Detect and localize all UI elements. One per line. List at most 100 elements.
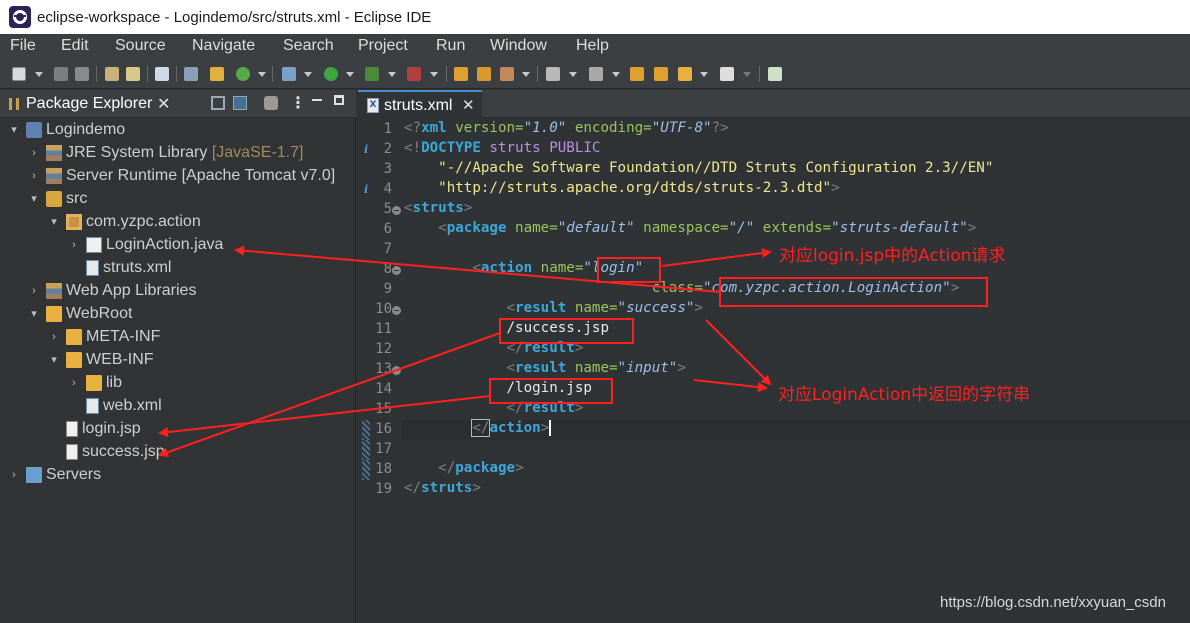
- chevron-right-icon[interactable]: ›: [28, 170, 40, 182]
- maximize-icon[interactable]: [334, 95, 344, 105]
- menu-edit[interactable]: Edit: [61, 37, 89, 55]
- new-icon[interactable]: [12, 67, 26, 81]
- tree-item-servers[interactable]: › Servers: [8, 463, 101, 486]
- debug-icon[interactable]: [282, 67, 296, 81]
- link-with-editor-icon[interactable]: [233, 96, 247, 110]
- tree-item-meta-inf[interactable]: › META-INF: [48, 325, 160, 348]
- chevron-right-icon[interactable]: ›: [28, 285, 40, 297]
- new-class-dropdown-icon[interactable]: [258, 72, 266, 77]
- fold-collapse-icon[interactable]: [392, 366, 401, 375]
- chevron-right-icon[interactable]: ›: [28, 147, 40, 159]
- external-tools-dropdown-icon[interactable]: [430, 72, 438, 77]
- pen-dropdown-icon[interactable]: [522, 72, 530, 77]
- tree-item-web-xml[interactable]: web.xml: [68, 394, 162, 417]
- debug-dropdown-icon[interactable]: [304, 72, 312, 77]
- last-edit-icon[interactable]: [630, 67, 644, 81]
- tree-item-web-app-libraries[interactable]: › Web App Libraries: [28, 279, 196, 302]
- next-annotation-icon[interactable]: [546, 67, 560, 81]
- tree-item-server-runtime[interactable]: › Server Runtime [Apache Tomcat v7.0]: [28, 164, 335, 187]
- menu-navigate[interactable]: Navigate: [192, 37, 255, 55]
- menu-window[interactable]: Window: [490, 37, 547, 55]
- chevron-right-icon[interactable]: ›: [8, 469, 20, 481]
- collapse-all-icon[interactable]: [211, 96, 225, 110]
- previous-annotation-dropdown-icon[interactable]: [612, 72, 620, 77]
- package-explorer-close-icon[interactable]: ✕: [157, 94, 170, 113]
- tree-item-webroot[interactable]: ▾ WebRoot: [28, 302, 132, 325]
- chevron-down-icon[interactable]: ▾: [28, 307, 40, 320]
- chevron-down-icon[interactable]: ▾: [8, 123, 20, 136]
- tree-item-logindemo[interactable]: ▾ Logindemo: [8, 118, 125, 141]
- tree-item-lib[interactable]: › lib: [68, 371, 122, 394]
- pen-icon[interactable]: [500, 67, 514, 81]
- fold-collapse-icon[interactable]: [392, 206, 401, 215]
- code-line-16[interactable]: </action>: [404, 419, 552, 437]
- info-marker-icon[interactable]: i: [364, 183, 370, 196]
- code-line-12[interactable]: </result>: [404, 340, 584, 356]
- new-package-icon[interactable]: [210, 67, 224, 81]
- next-annotation-dropdown-icon[interactable]: [569, 72, 577, 77]
- code-line-8[interactable]: <action name="login": [404, 260, 643, 276]
- info-marker-icon[interactable]: i: [364, 143, 370, 156]
- chevron-down-icon[interactable]: ▾: [48, 353, 60, 366]
- run-icon[interactable]: [324, 67, 338, 81]
- run-dropdown-icon[interactable]: [346, 72, 354, 77]
- code-line-5[interactable]: <struts>: [404, 200, 472, 216]
- open-task-icon[interactable]: [477, 67, 491, 81]
- filters-icon[interactable]: [264, 96, 278, 110]
- code-line-9[interactable]: class="com.yzpc.action.LoginAction">: [404, 280, 960, 296]
- menu-run[interactable]: Run: [436, 37, 465, 55]
- tree-item-success-jsp[interactable]: success.jsp: [48, 440, 165, 463]
- build-icon[interactable]: [105, 67, 119, 81]
- back-icon[interactable]: [678, 67, 692, 81]
- code-line-4[interactable]: "http://struts.apache.org/dtds/struts-2.…: [404, 180, 839, 196]
- tree-item-login-jsp[interactable]: login.jsp: [48, 417, 141, 440]
- new-dropdown-icon[interactable]: [35, 72, 43, 77]
- forward-icon[interactable]: [720, 67, 734, 81]
- package-explorer-tab[interactable]: Package Explorer ✕ ⋮: [0, 90, 356, 118]
- chevron-down-icon[interactable]: ▾: [28, 192, 40, 205]
- code-line-19[interactable]: </struts>: [404, 480, 481, 496]
- run-server-icon[interactable]: [365, 67, 379, 81]
- chevron-right-icon[interactable]: ›: [68, 377, 80, 389]
- open-type-icon[interactable]: [126, 67, 140, 81]
- menu-search[interactable]: Search: [283, 37, 334, 55]
- console-icon[interactable]: [155, 67, 169, 81]
- code-line-2[interactable]: <!DOCTYPE struts PUBLIC: [404, 140, 600, 156]
- new-class-icon[interactable]: [236, 67, 250, 81]
- tree-item-struts-xml[interactable]: struts.xml: [68, 256, 171, 279]
- tree-item-com-yzpc-action[interactable]: ▾ com.yzpc.action: [48, 210, 201, 233]
- forward-dropdown-icon[interactable]: [743, 72, 751, 77]
- code-line-1[interactable]: <?xml version="1.0" encoding="UTF-8"?>: [404, 120, 729, 136]
- tree-item-jre-system-library[interactable]: › JRE System Library [JavaSE-1.7]: [28, 141, 303, 164]
- minimize-icon[interactable]: [312, 99, 322, 101]
- code-line-11[interactable]: /success.jsp: [404, 320, 610, 336]
- code-line-13[interactable]: <result name="input">: [404, 360, 686, 376]
- chevron-right-icon[interactable]: ›: [68, 239, 80, 251]
- fold-collapse-icon[interactable]: [392, 306, 401, 315]
- perspective-icon[interactable]: [768, 67, 782, 81]
- menu-help[interactable]: Help: [576, 37, 609, 55]
- menu-source[interactable]: Source: [115, 37, 166, 55]
- open-folder-icon[interactable]: [454, 67, 468, 81]
- skip-breakpoints-icon[interactable]: [184, 67, 198, 81]
- close-icon[interactable]: ✕: [462, 96, 475, 114]
- back-dropdown-icon[interactable]: [700, 72, 708, 77]
- forward-edit-icon[interactable]: [654, 67, 668, 81]
- menu-project[interactable]: Project: [358, 37, 408, 55]
- tree-item-web-inf[interactable]: ▾ WEB-INF: [48, 348, 154, 371]
- fold-collapse-icon[interactable]: [392, 266, 401, 275]
- tree-item-loginaction-java[interactable]: › LoginAction.java: [68, 233, 223, 256]
- external-tools-icon[interactable]: [407, 67, 421, 81]
- chevron-right-icon[interactable]: ›: [48, 331, 60, 343]
- previous-annotation-icon[interactable]: [589, 67, 603, 81]
- tree-item-src[interactable]: ▾ src: [28, 187, 87, 210]
- chevron-down-icon[interactable]: ▾: [48, 215, 60, 228]
- editor-tab-struts-xml[interactable]: X struts.xml ✕: [358, 90, 482, 118]
- code-line-3[interactable]: "-//Apache Software Foundation//DTD Stru…: [404, 160, 993, 176]
- code-line-18[interactable]: </package>: [404, 460, 523, 476]
- code-line-15[interactable]: </result>: [404, 400, 584, 416]
- run-server-dropdown-icon[interactable]: [388, 72, 396, 77]
- code-line-10[interactable]: <result name="success">: [404, 300, 703, 316]
- save-all-icon[interactable]: [75, 67, 89, 81]
- save-icon[interactable]: [54, 67, 68, 81]
